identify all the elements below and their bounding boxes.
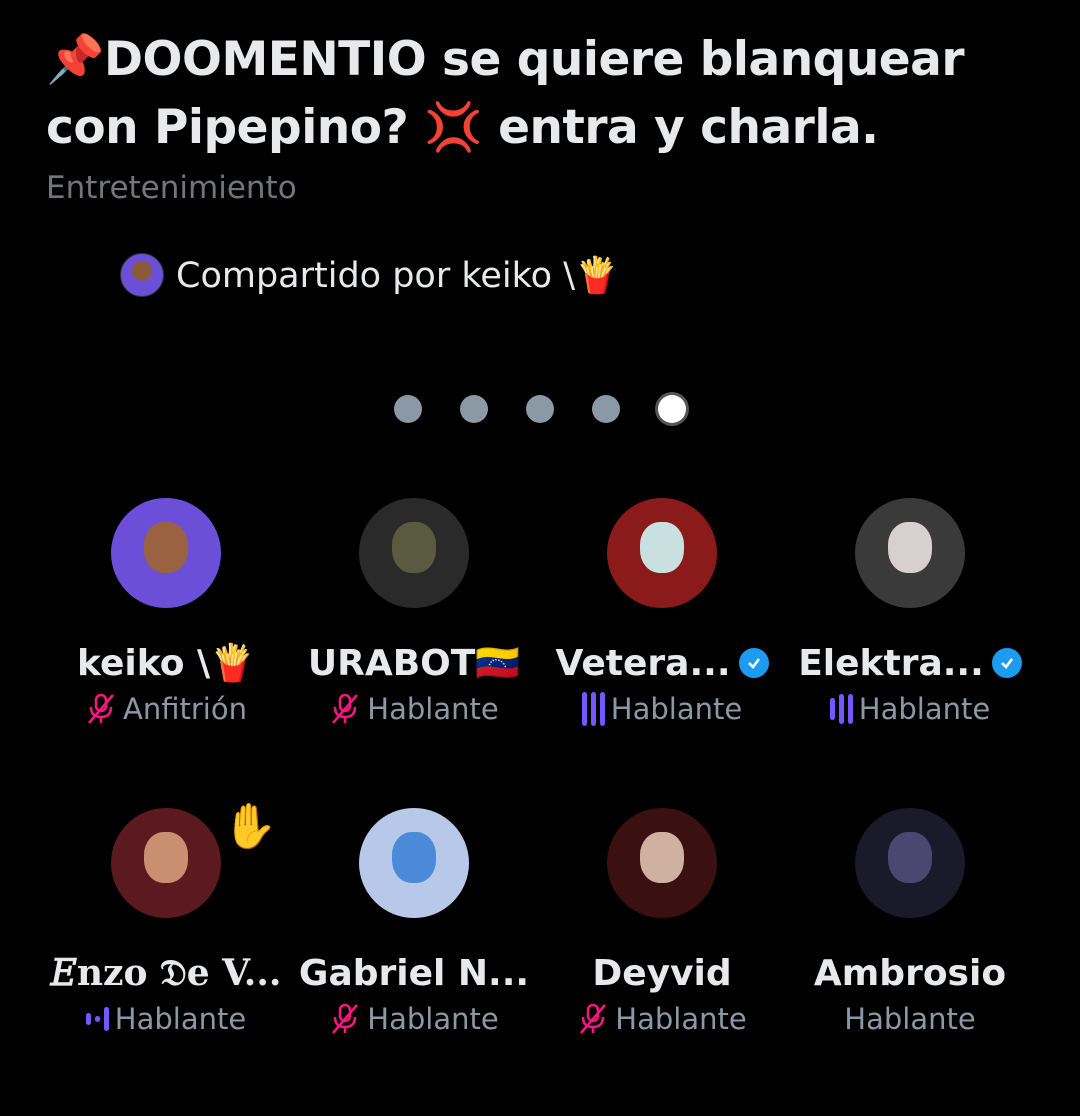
participant-card[interactable]: Vetera... Hablante [538, 498, 786, 730]
participant-name: URABOT🇻🇪 [307, 643, 521, 684]
participant-name: Gabriel N... [298, 952, 530, 994]
participant-card[interactable]: Elektra... Hablante [786, 498, 1034, 730]
pagination-dot-active[interactable] [658, 395, 686, 423]
avatar [607, 808, 717, 918]
pagination-dot[interactable] [460, 395, 488, 423]
participant-name: Vetera... [538, 638, 786, 688]
participant-role: Hablante [290, 998, 538, 1040]
participant-role: Hablante [538, 688, 786, 730]
avatar [359, 498, 469, 608]
participant-card[interactable]: keiko \🍟 Anfitrión [42, 498, 290, 730]
shared-by-label: Compartido por keiko \🍟 [176, 255, 619, 296]
pagination-dot[interactable] [526, 395, 554, 423]
pagination-dot[interactable] [592, 395, 620, 423]
participant-card[interactable]: Ambrosio Hablante [786, 808, 1034, 1040]
verified-badge-icon [991, 648, 1022, 678]
participant-role: Anfitrión [42, 688, 290, 730]
mic-off-icon [580, 1003, 607, 1034]
speaking-bars-icon [581, 692, 605, 726]
sharer-avatar [120, 253, 164, 297]
participant-name: Elektra... [786, 638, 1034, 688]
speaking-bars-icon [829, 692, 853, 726]
participant-role: Hablante [844, 1002, 976, 1036]
space-category: Entretenimiento [46, 170, 297, 206]
avatar [607, 498, 717, 608]
pagination-dots [0, 395, 1080, 423]
mic-off-icon [332, 1003, 359, 1034]
participant-name: 𝐸nzo 𝔇e V... [50, 951, 282, 994]
participant-name: keiko \🍟 [77, 643, 255, 684]
participant-card[interactable]: URABOT🇻🇪 Hablante [290, 498, 538, 730]
mic-off-icon [88, 693, 114, 724]
participant-card[interactable]: Deyvid Hablante [538, 808, 786, 1040]
participant-card[interactable]: Gabriel N... Hablante [290, 808, 538, 1040]
participant-role: Hablante [538, 998, 786, 1040]
mic-off-icon [332, 693, 359, 724]
raised-hand-icon: ✋ [218, 794, 282, 858]
participant-role: Hablante [786, 688, 1034, 730]
speaking-bars-icon [85, 1002, 109, 1036]
avatar [111, 498, 221, 608]
space-title: 📌DOOMENTIO se quiere blanquear con Pipep… [46, 32, 965, 155]
participant-role: Hablante [42, 998, 290, 1040]
avatar [855, 808, 965, 918]
participant-name: Deyvid [592, 952, 732, 994]
avatar [855, 498, 965, 608]
shared-by[interactable]: Compartido por keiko \🍟 [120, 250, 619, 300]
verified-badge-icon [738, 648, 769, 678]
participant-role: Hablante [290, 688, 538, 730]
avatar [359, 808, 469, 918]
participant-name: Ambrosio [813, 952, 1007, 994]
avatar [111, 808, 221, 918]
pagination-dot[interactable] [394, 395, 422, 423]
participant-card[interactable]: ✋ 𝐸nzo 𝔇e V... Hablante [42, 794, 290, 1040]
